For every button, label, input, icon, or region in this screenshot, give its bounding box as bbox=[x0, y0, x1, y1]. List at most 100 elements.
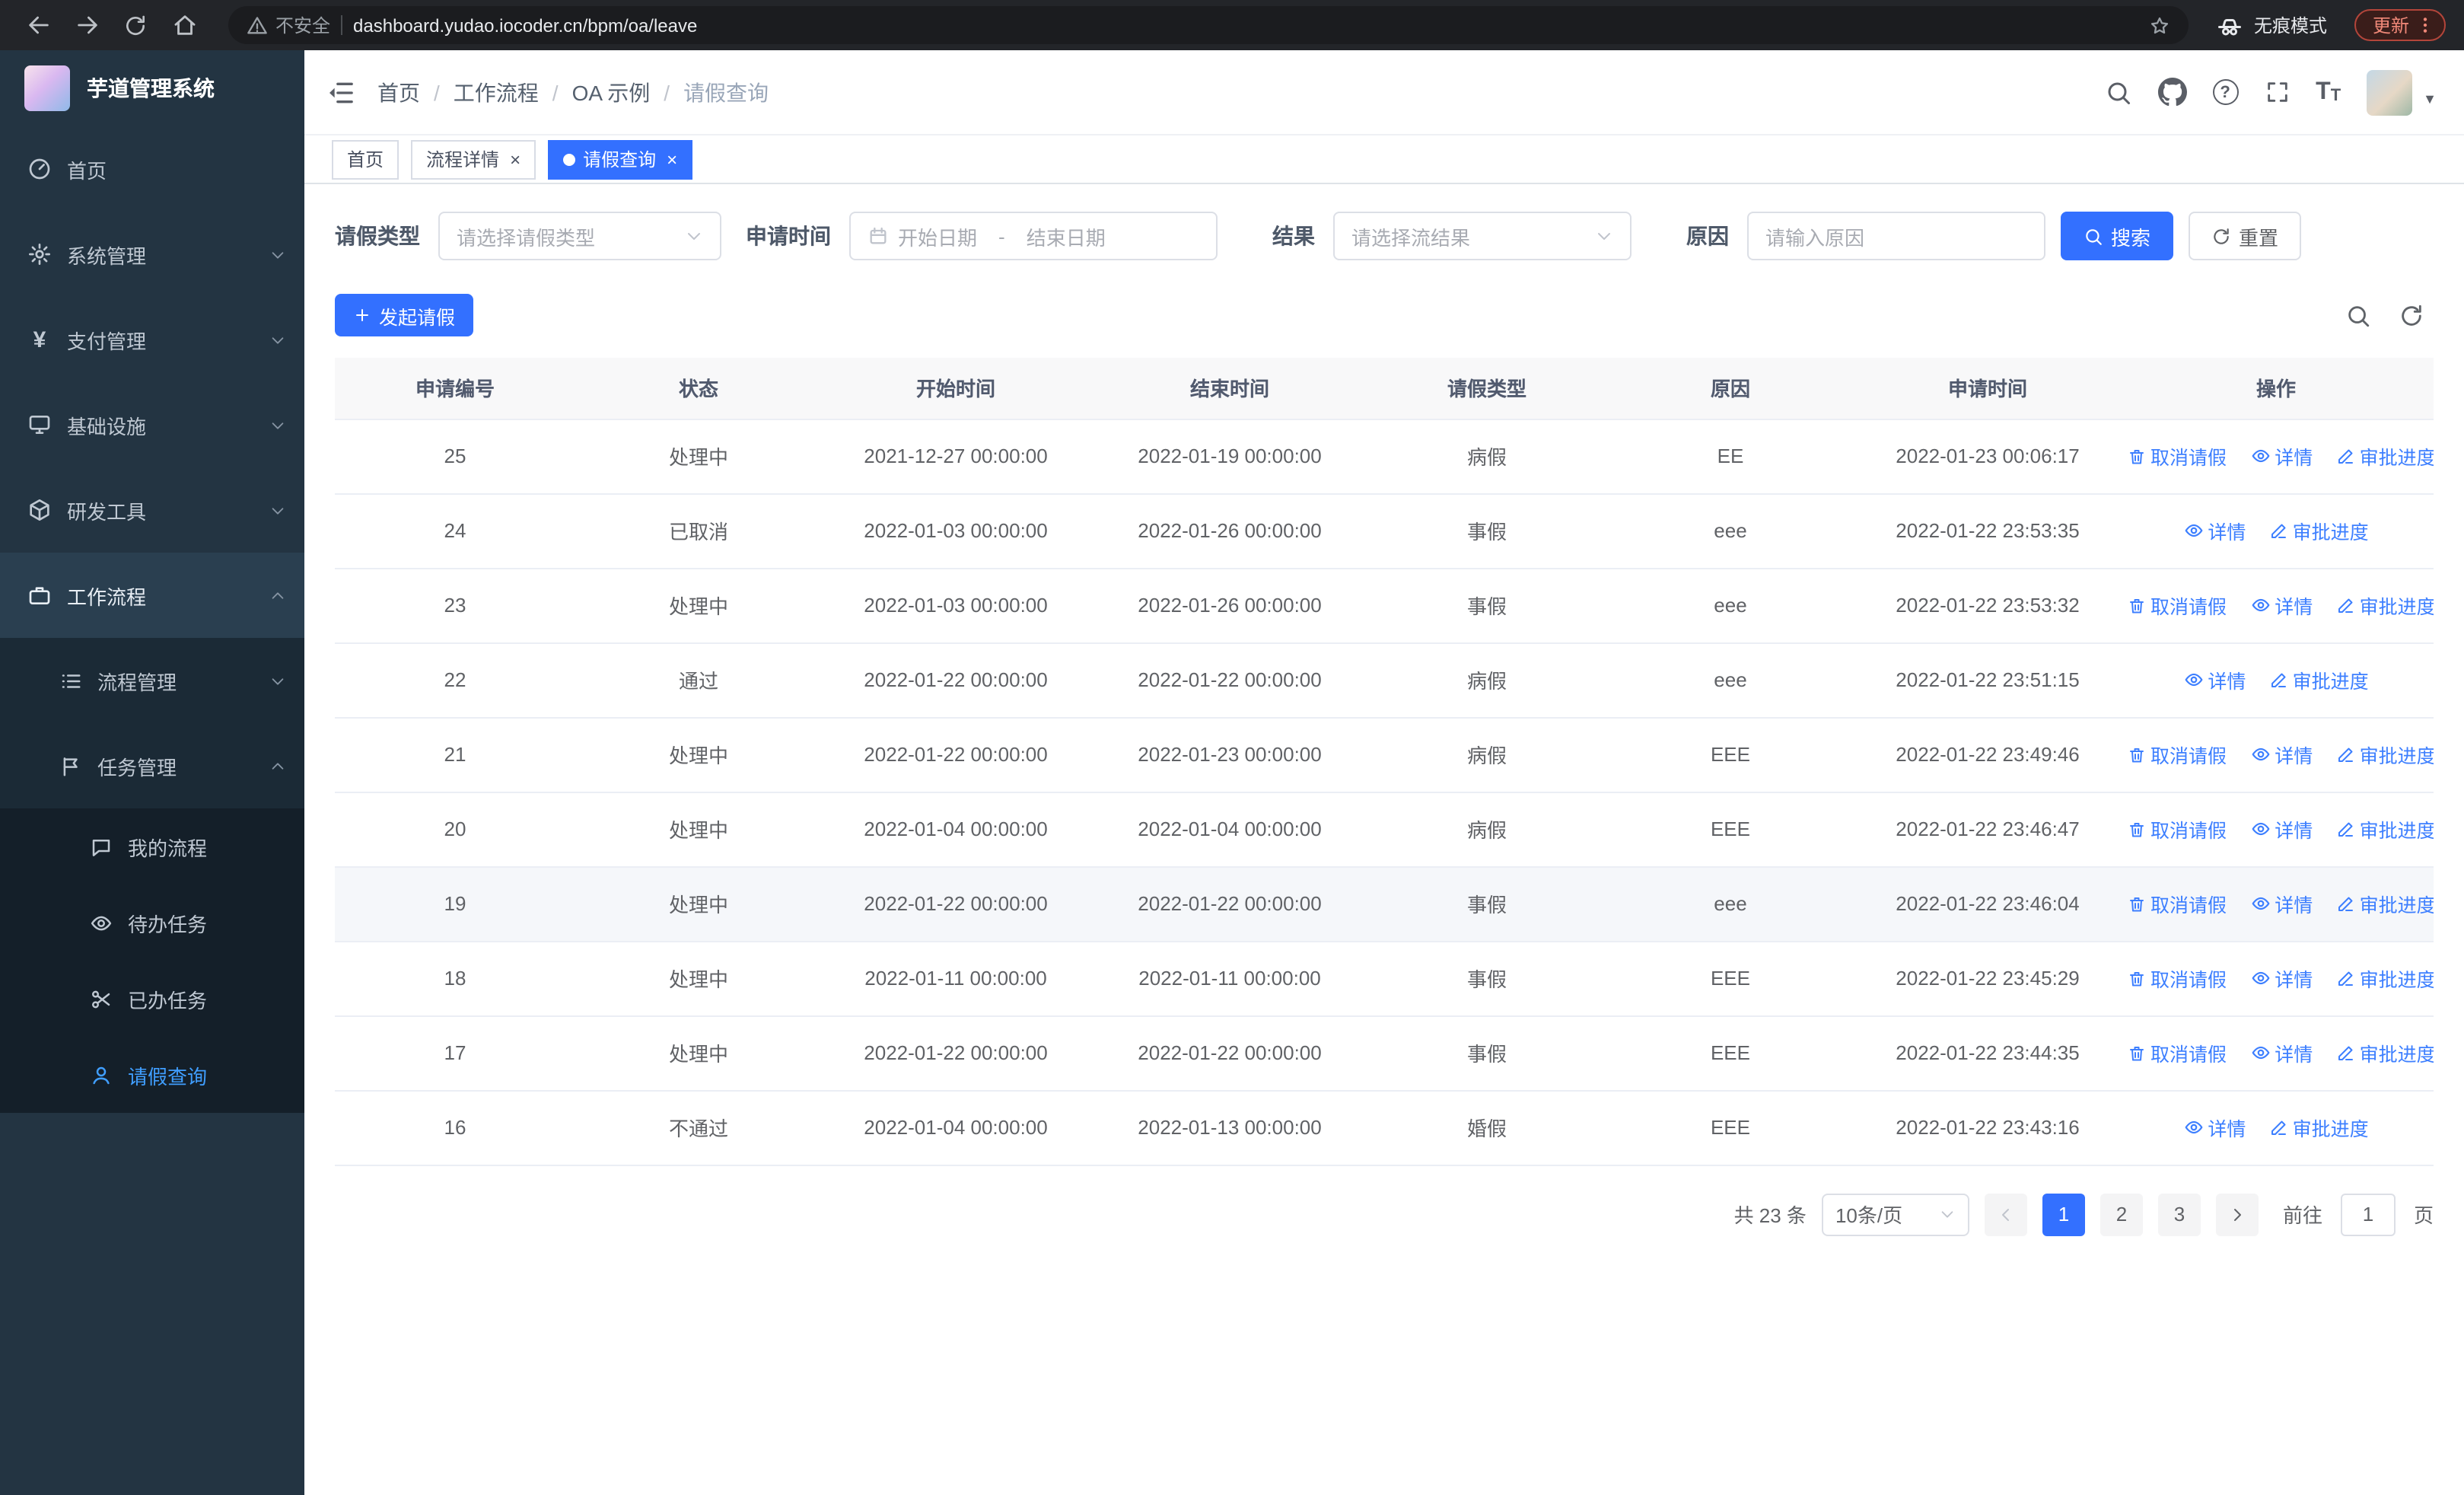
cancel-leave-link[interactable]: 取消请假 bbox=[2128, 964, 2227, 993]
progress-link[interactable]: 审批进度 bbox=[2337, 442, 2434, 471]
update-button[interactable]: 更新 bbox=[2354, 9, 2446, 41]
sidebar-item-process-mgmt[interactable]: 流程管理 bbox=[0, 638, 304, 723]
search-button[interactable]: 搜索 bbox=[2061, 212, 2174, 260]
date-range-picker[interactable]: 开始日期 - 结束日期 bbox=[849, 212, 1218, 260]
sidebar-item-devtools[interactable]: 研发工具 bbox=[0, 467, 304, 553]
tab-leave-query[interactable]: 请假查询 × bbox=[548, 139, 693, 179]
sidebar-item-leave-query[interactable]: 请假查询 bbox=[0, 1037, 304, 1113]
cancel-leave-link[interactable]: 取消请假 bbox=[2128, 741, 2227, 770]
search-icon[interactable] bbox=[2104, 78, 2131, 106]
detail-link[interactable]: 详情 bbox=[2250, 441, 2313, 470]
page-button-2[interactable]: 2 bbox=[2099, 1193, 2143, 1235]
browser-back-icon[interactable] bbox=[18, 5, 58, 45]
detail-link[interactable]: 详情 bbox=[2250, 814, 2313, 843]
cell-type: 事假 bbox=[1370, 866, 1604, 942]
sidebar-item-label: 我的流程 bbox=[128, 837, 208, 859]
yen-icon: ¥ bbox=[33, 327, 46, 352]
detail-link[interactable]: 详情 bbox=[2250, 740, 2313, 769]
progress-link[interactable]: 审批进度 bbox=[2337, 741, 2434, 770]
cancel-leave-link[interactable]: 取消请假 bbox=[2128, 890, 2227, 919]
leave-type-select[interactable]: 请选择请假类型 bbox=[438, 212, 721, 260]
bookmark-star-icon[interactable] bbox=[2149, 14, 2170, 36]
security-warning[interactable]: 不安全 bbox=[247, 12, 330, 38]
reset-button[interactable]: 重置 bbox=[2189, 212, 2302, 260]
detail-link[interactable]: 详情 bbox=[2250, 1038, 2313, 1067]
sidebar-item-todo-tasks[interactable]: 待办任务 bbox=[0, 885, 304, 961]
apply-time-label: 申请时间 bbox=[746, 224, 831, 248]
fullscreen-icon[interactable] bbox=[2264, 79, 2290, 105]
cell-status: 处理中 bbox=[575, 941, 822, 1016]
avatar-caret-icon[interactable]: ▼ bbox=[2423, 91, 2437, 106]
refresh-table-icon[interactable] bbox=[2399, 302, 2424, 328]
breadcrumb-home[interactable]: 首页 bbox=[377, 77, 420, 107]
reason-input[interactable]: 请输入原因 bbox=[1747, 212, 2045, 260]
sidebar-item-label: 支付管理 bbox=[67, 330, 147, 352]
result-select[interactable]: 请选择流结果 bbox=[1333, 212, 1632, 260]
cancel-leave-link[interactable]: 取消请假 bbox=[2128, 591, 2227, 620]
hide-search-icon[interactable] bbox=[2345, 302, 2371, 328]
sidebar-item-system[interactable]: 系统管理 bbox=[0, 212, 304, 297]
sidebar-item-done-tasks[interactable]: 已办任务 bbox=[0, 961, 304, 1037]
operations-cell: 取消请假 详情 审批进度 bbox=[2119, 792, 2434, 867]
progress-link[interactable]: 审批进度 bbox=[2270, 1114, 2369, 1143]
sidebar-item-home[interactable]: 首页 bbox=[0, 126, 304, 212]
col-status: 状态 bbox=[575, 358, 822, 419]
cell-end: 2022-01-23 00:00:00 bbox=[1090, 717, 1370, 792]
edit-icon bbox=[2338, 822, 2354, 837]
tab-process-detail[interactable]: 流程详情 × bbox=[411, 139, 536, 179]
operations-cell: 取消请假 详情 审批进度 bbox=[2119, 717, 2434, 792]
breadcrumb-workflow[interactable]: 工作流程 bbox=[454, 77, 539, 107]
progress-link[interactable]: 审批进度 bbox=[2337, 591, 2434, 620]
cell-apply-time: 2022-01-23 00:06:17 bbox=[1857, 419, 2119, 494]
page-button-1[interactable]: 1 bbox=[2042, 1193, 2085, 1235]
progress-link[interactable]: 审批进度 bbox=[2337, 964, 2434, 993]
prev-page-button[interactable] bbox=[1984, 1193, 2027, 1235]
goto-page-input[interactable]: 1 bbox=[2340, 1193, 2396, 1235]
detail-link[interactable]: 详情 bbox=[2250, 591, 2313, 620]
browser-forward-icon[interactable] bbox=[67, 5, 107, 45]
sidebar-item-task-mgmt[interactable]: 任务管理 bbox=[0, 723, 304, 808]
detail-link[interactable]: 详情 bbox=[2183, 665, 2246, 694]
sidebar-item-workflow[interactable]: 工作流程 bbox=[0, 553, 304, 638]
progress-link[interactable]: 审批进度 bbox=[2270, 517, 2369, 546]
help-icon[interactable]: ? bbox=[2212, 79, 2239, 105]
font-size-icon[interactable]: TT bbox=[2316, 79, 2341, 104]
progress-link[interactable]: 审批进度 bbox=[2270, 666, 2369, 695]
close-icon[interactable]: × bbox=[510, 150, 520, 168]
progress-link[interactable]: 审批进度 bbox=[2337, 815, 2434, 844]
cancel-leave-link[interactable]: 取消请假 bbox=[2128, 1039, 2227, 1068]
cancel-leave-link[interactable]: 取消请假 bbox=[2128, 442, 2227, 471]
search-button-label: 搜索 bbox=[2111, 226, 2151, 249]
detail-link[interactable]: 详情 bbox=[2183, 1113, 2246, 1142]
cell-end: 2022-01-26 00:00:00 bbox=[1090, 568, 1370, 643]
url-text[interactable]: dashboard.yudao.iocoder.cn/bpm/oa/leave bbox=[353, 14, 697, 36]
sidebar-item-my-process[interactable]: 我的流程 bbox=[0, 808, 304, 885]
breadcrumb-oa-example[interactable]: OA 示例 bbox=[572, 77, 651, 107]
close-icon[interactable]: × bbox=[667, 150, 677, 168]
detail-link[interactable]: 详情 bbox=[2183, 516, 2246, 545]
sidebar-item-payment[interactable]: ¥ 支付管理 bbox=[0, 297, 304, 382]
github-icon[interactable] bbox=[2157, 78, 2187, 107]
cell-start: 2021-12-27 00:00:00 bbox=[822, 419, 1090, 494]
create-leave-button[interactable]: 发起请假 bbox=[335, 294, 474, 336]
tab-home[interactable]: 首页 bbox=[332, 139, 400, 179]
detail-link[interactable]: 详情 bbox=[2250, 964, 2313, 993]
sidebar-item-label: 请假查询 bbox=[128, 1065, 208, 1088]
detail-link[interactable]: 详情 bbox=[2250, 889, 2313, 918]
user-avatar[interactable] bbox=[2367, 69, 2413, 115]
page-size-select[interactable]: 10条/页 bbox=[1821, 1193, 1969, 1235]
cancel-leave-link[interactable]: 取消请假 bbox=[2128, 815, 2227, 844]
progress-link[interactable]: 审批进度 bbox=[2337, 1039, 2434, 1068]
browser-reload-icon[interactable] bbox=[116, 5, 155, 45]
operations-cell: 取消请假 详情 审批进度 bbox=[2119, 419, 2434, 494]
progress-link[interactable]: 审批进度 bbox=[2337, 890, 2434, 919]
menu-fold-icon[interactable] bbox=[326, 77, 356, 107]
cell-id: 22 bbox=[335, 642, 575, 718]
next-page-button[interactable] bbox=[2215, 1193, 2259, 1235]
page-button-3[interactable]: 3 bbox=[2157, 1193, 2201, 1235]
sidebar-item-infra[interactable]: 基础设施 bbox=[0, 382, 304, 467]
chevron-down-icon bbox=[1595, 227, 1613, 245]
browser-home-icon[interactable] bbox=[164, 5, 204, 45]
address-bar[interactable]: 不安全 dashboard.yudao.iocoder.cn/bpm/oa/le… bbox=[228, 6, 2189, 44]
cell-end: 2022-01-26 00:00:00 bbox=[1090, 493, 1370, 569]
